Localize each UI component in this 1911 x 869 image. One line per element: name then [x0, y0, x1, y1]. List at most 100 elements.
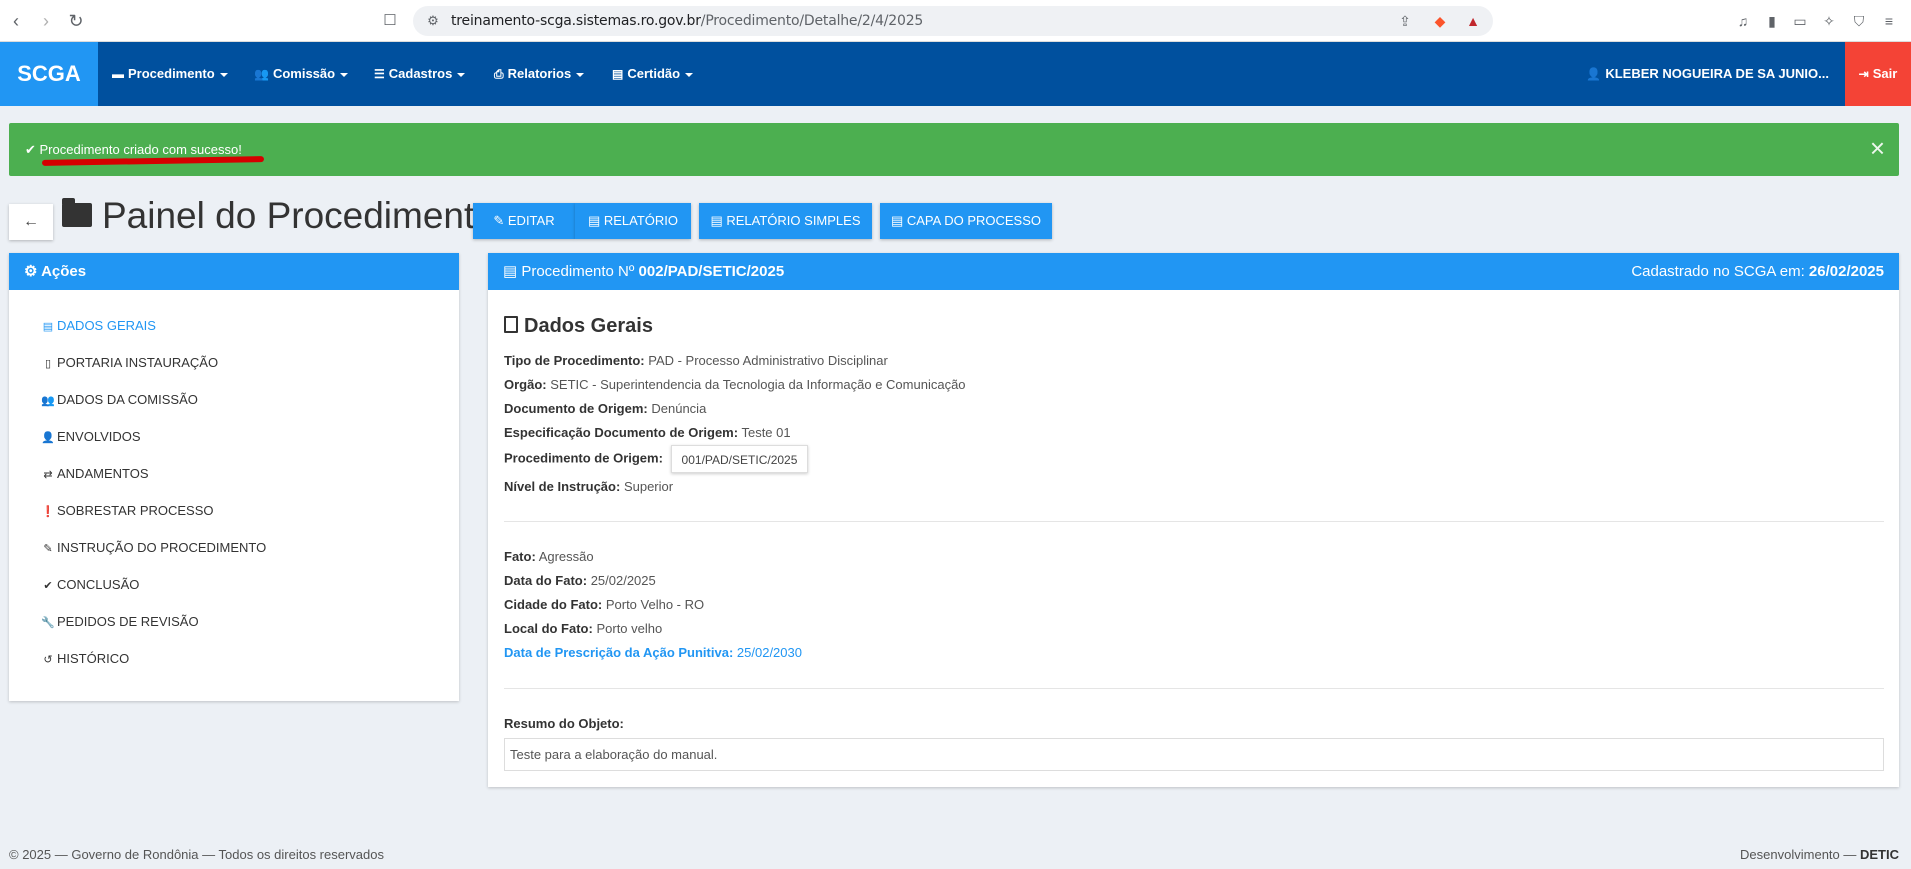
field-label: Especificação Documento de Origem:	[504, 425, 739, 440]
nav-procedimento[interactable]: ▬ Procedimento	[112, 42, 228, 106]
nav-certidao[interactable]: ▤ Certidão	[612, 42, 694, 106]
file-icon: ▤	[587, 213, 604, 228]
logout-button[interactable]: ⇥ Sair	[1845, 42, 1911, 106]
divider	[504, 688, 1884, 689]
field-label: Tipo de Procedimento:	[504, 353, 645, 368]
menu-item-sobrestar-processo[interactable]: ❗ SOBRESTAR PROCESSO	[9, 492, 459, 529]
url-domain: treinamento-scga.sistemas.ro.gov.br	[451, 13, 701, 29]
sidebar-icon[interactable]: ▮	[1762, 11, 1782, 31]
url-path: /Procedimento/Detalhe/2/4/2025	[700, 13, 924, 29]
field-cidade: Cidade do Fato: Porto Velho - RO	[504, 597, 704, 612]
relatorio-simples-button[interactable]: ▤ RELATÓRIO SIMPLES	[699, 203, 872, 239]
field-label: Local do Fato:	[504, 621, 593, 636]
success-alert: ✔ Procedimento criado com sucesso! ×	[9, 123, 1899, 176]
menu-label: HISTÓRICO	[57, 651, 130, 666]
cadastrado-info: Cadastrado no SCGA em: 26/02/2025	[1631, 253, 1884, 290]
procedimento-prefix: Procedimento Nº	[521, 263, 635, 280]
menu-icon[interactable]: ≡	[1879, 11, 1899, 31]
brave-rewards-icon[interactable]: ▲	[1463, 11, 1483, 31]
leo-ai-icon[interactable]: ✧	[1819, 11, 1839, 31]
arrow-left-icon: ←	[23, 213, 39, 230]
field-label: Procedimento de Origem:	[504, 450, 663, 466]
file-icon: ▤	[612, 67, 624, 81]
relatorio-label: RELATÓRIO	[603, 213, 679, 228]
caret-down-icon	[219, 72, 228, 77]
back-arrow-icon[interactable]: ‹	[4, 9, 28, 33]
field-especificacao: Especificação Documento de Origem: Teste…	[504, 425, 791, 440]
brand-logo[interactable]: SCGA	[0, 42, 98, 106]
field-value: Porto Velho - RO	[605, 597, 705, 612]
back-button[interactable]: ←	[9, 204, 53, 240]
edit-icon: ✎	[43, 543, 53, 555]
check-icon: ✔	[43, 580, 53, 592]
capa-label: CAPA DO PROCESSO	[906, 213, 1042, 228]
user-menu[interactable]: 👤 KLEBER NOGUEIRA DE SA JUNIO...	[1586, 42, 1829, 106]
nav-comissao[interactable]: 👥 Comissão	[254, 42, 349, 106]
field-proc-origem: Procedimento de Origem: 001/PAD/SETIC/20…	[504, 445, 809, 473]
caret-down-icon	[576, 72, 585, 77]
capa-processo-button[interactable]: ▤ CAPA DO PROCESSO	[880, 203, 1052, 239]
divider	[504, 521, 1884, 522]
cadastrado-data: 26/02/2025	[1808, 263, 1884, 280]
vpn-icon[interactable]: ⛉	[1849, 11, 1869, 31]
editar-button[interactable]: ✎ EDITAR	[473, 203, 575, 239]
proc-origem-link[interactable]: 001/PAD/SETIC/2025	[670, 445, 809, 473]
field-label: Data de Prescrição da Ação Punitiva:	[504, 645, 734, 660]
address-bar[interactable]: ⚙ treinamento-scga.sistemas.ro.gov.br/Pr…	[413, 6, 1493, 36]
user-icon: 👤	[1586, 67, 1602, 81]
acoes-menu: ▤ DADOS GERAIS ▯ PORTARIA INSTAURAÇÃO 👥 DAD…	[9, 290, 459, 677]
field-label: Orgão:	[504, 377, 547, 392]
page-title-text: Painel do Procedimento	[102, 195, 495, 236]
menu-label: ENVOLVIDOS	[57, 429, 141, 444]
relatorio-button[interactable]: ▤ RELATÓRIO	[575, 203, 691, 239]
caret-down-icon	[685, 72, 694, 77]
menu-label: DADOS DA COMISSÃO	[57, 392, 198, 407]
file-icon: ▯	[44, 358, 52, 370]
share-icon[interactable]: ⇪	[1393, 9, 1417, 33]
field-label: Data do Fato:	[504, 573, 588, 588]
menu-item-andamentos[interactable]: ⇄ ANDAMENTOS	[9, 455, 459, 492]
bookmark-icon[interactable]: ☐	[378, 9, 402, 33]
alert-message: ✔ Procedimento criado com sucesso!	[25, 142, 242, 158]
site-info-icon[interactable]: ⚙	[421, 9, 445, 33]
menu-item-instrucao-procedimento[interactable]: ✎ INSTRUÇÃO DO PROCEDIMENTO	[9, 529, 459, 566]
field-value: 25/02/2025	[590, 573, 656, 588]
history-icon: ↺	[43, 654, 53, 666]
field-value: 25/02/2030	[736, 645, 802, 660]
cogs-icon: ⚙	[24, 263, 42, 280]
relatorio-simples-label: RELATÓRIO SIMPLES	[726, 213, 861, 228]
menu-item-pedidos-revisao[interactable]: 🔧 PEDIDOS DE REVISÃO	[9, 603, 459, 640]
page-title: Painel do Procedimento	[62, 195, 495, 237]
menu-item-conclusao[interactable]: ✔ CONCLUSÃO	[9, 566, 459, 603]
menu-item-dados-comissao[interactable]: 👥 DADOS DA COMISSÃO	[9, 381, 459, 418]
field-label: Cidade do Fato:	[504, 597, 603, 612]
procedimento-numero: 002/PAD/SETIC/2025	[638, 263, 785, 280]
reload-icon[interactable]: ↻	[64, 9, 88, 33]
close-icon[interactable]: ×	[1870, 135, 1885, 161]
forward-arrow-icon[interactable]: ›	[34, 9, 58, 33]
wallet-icon[interactable]: ▭	[1790, 11, 1810, 31]
field-doc-origem: Documento de Origem: Denúncia	[504, 401, 706, 416]
nav-cadastros[interactable]: ☰ Cadastros	[374, 42, 466, 106]
menu-item-historico[interactable]: ↺ HISTÓRICO	[9, 640, 459, 677]
procedimento-header: ▤ Procedimento Nº 002/PAD/SETIC/2025 Cad…	[488, 253, 1899, 290]
list-icon: ☰	[374, 67, 385, 81]
check-icon: ✔	[25, 142, 40, 157]
browser-toolbar: ‹ › ↻ ☐ ⚙ treinamento-scga.sistemas.ro.g…	[0, 0, 1911, 42]
menu-label: INSTRUÇÃO DO PROCEDIMENTO	[57, 540, 267, 555]
field-value: PAD - Processo Administrativo Disciplina…	[648, 353, 888, 368]
field-value: Teste 01	[741, 425, 791, 440]
footer-copyright: © 2025 — Governo de Rondônia — Todos os …	[9, 847, 384, 862]
nav-relatorios[interactable]: ⎙ Relatorios	[494, 42, 585, 106]
file-text-icon	[504, 316, 518, 333]
menu-item-envolvidos[interactable]: 👤 ENVOLVIDOS	[9, 418, 459, 455]
field-local: Local do Fato: Porto velho	[504, 621, 662, 636]
music-icon[interactable]: ♫	[1733, 11, 1753, 31]
section-title: Dados Gerais	[504, 315, 653, 338]
menu-item-portaria-instauracao[interactable]: ▯ PORTARIA INSTAURAÇÃO	[9, 344, 459, 381]
folder-icon: ▬	[112, 67, 124, 81]
brave-shield-icon[interactable]: ◆	[1430, 11, 1450, 31]
field-nivel: Nível de Instrução: Superior	[504, 479, 673, 494]
acoes-header: ⚙ Ações	[9, 253, 459, 290]
menu-item-dados-gerais[interactable]: ▤ DADOS GERAIS	[9, 307, 459, 344]
